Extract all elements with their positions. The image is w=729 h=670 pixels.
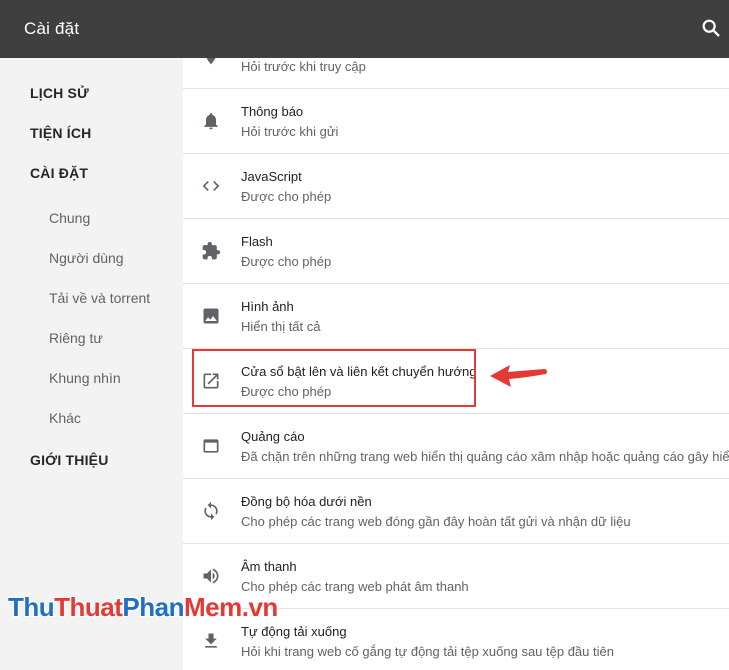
setting-name: JavaScript bbox=[241, 169, 302, 184]
sidebar-item-about[interactable]: GIỚI THIỆU bbox=[30, 452, 109, 468]
setting-row-notifications[interactable]: Thông báo Hỏi trước khi gửi bbox=[183, 88, 729, 153]
setting-desc: Hỏi trước khi gửi bbox=[241, 124, 339, 139]
setting-desc: Hiển thị tất cả bbox=[241, 319, 321, 334]
setting-row-javascript[interactable]: JavaScript Được cho phép bbox=[183, 153, 729, 218]
setting-name: Quảng cáo bbox=[241, 429, 305, 444]
setting-row-images[interactable]: Hình ảnh Hiển thị tất cả bbox=[183, 283, 729, 348]
setting-row-auto-download[interactable]: Tự động tải xuống Hỏi khi trang web cố g… bbox=[183, 608, 729, 670]
sync-icon bbox=[201, 501, 221, 521]
setting-desc: Hỏi khi trang web cố gắng tự động tải tệ… bbox=[241, 644, 614, 659]
setting-row-background-sync[interactable]: Đồng bộ hóa dưới nền Cho phép các trang … bbox=[183, 478, 729, 543]
setting-row-location[interactable]: Hỏi trước khi truy cập bbox=[183, 58, 729, 88]
setting-row-sound[interactable]: Âm thanh Cho phép các trang web phát âm … bbox=[183, 543, 729, 608]
bell-icon bbox=[201, 111, 221, 131]
sidebar-item-privacy[interactable]: Riêng tư bbox=[49, 330, 103, 346]
setting-row-popups-redirects[interactable]: Cửa sổ bật lên và liên kết chuyển hướng … bbox=[183, 348, 729, 413]
image-icon bbox=[201, 306, 221, 326]
setting-desc: Được cho phép bbox=[241, 254, 332, 269]
setting-desc: Đã chặn trên những trang web hiển thị qu… bbox=[241, 449, 729, 464]
setting-desc: Được cho phép bbox=[241, 189, 332, 204]
setting-row-ads[interactable]: Quảng cáo Đã chặn trên những trang web h… bbox=[183, 413, 729, 478]
sidebar-item-view[interactable]: Khung nhìn bbox=[49, 370, 121, 386]
setting-desc: Cho phép các trang web đóng gần đây hoàn… bbox=[241, 514, 631, 529]
setting-name: Âm thanh bbox=[241, 559, 297, 574]
setting-row-flash[interactable]: Flash Được cho phép bbox=[183, 218, 729, 283]
sidebar-item-other[interactable]: Khác bbox=[49, 410, 81, 426]
location-icon bbox=[201, 58, 221, 66]
setting-name: Đồng bộ hóa dưới nền bbox=[241, 494, 372, 509]
top-bar: Cài đặt bbox=[0, 0, 729, 58]
setting-name: Flash bbox=[241, 234, 273, 249]
setting-desc: Cho phép các trang web phát âm thanh bbox=[241, 579, 469, 594]
setting-desc: Hỏi trước khi truy cập bbox=[241, 59, 366, 74]
sidebar-item-history[interactable]: LỊCH SỬ bbox=[30, 85, 89, 101]
setting-name: Hình ảnh bbox=[241, 299, 294, 314]
volume-icon bbox=[201, 566, 221, 586]
code-icon bbox=[201, 176, 221, 196]
page-title: Cài đặt bbox=[24, 19, 80, 38]
sidebar-item-settings[interactable]: CÀI ĐẶT bbox=[30, 165, 88, 181]
settings-list: Hỏi trước khi truy cập Thông báo Hỏi trư… bbox=[183, 58, 729, 670]
setting-name: Thông báo bbox=[241, 104, 304, 119]
sidebar-item-general[interactable]: Chung bbox=[49, 210, 90, 226]
puzzle-icon bbox=[201, 241, 221, 261]
browser-window-icon bbox=[201, 436, 221, 456]
sidebar-item-users[interactable]: Người dùng bbox=[49, 250, 124, 266]
setting-desc: Được cho phép bbox=[241, 384, 332, 399]
sidebar-item-extensions[interactable]: TIỆN ÍCH bbox=[30, 125, 92, 141]
sidebar: LỊCH SỬ TIỆN ÍCH CÀI ĐẶT Chung Người dùn… bbox=[0, 58, 183, 670]
setting-name: Cửa sổ bật lên và liên kết chuyển hướng bbox=[241, 364, 477, 379]
search-icon[interactable] bbox=[700, 17, 722, 39]
setting-name: Tự động tải xuống bbox=[241, 624, 347, 639]
download-icon bbox=[201, 631, 221, 651]
sidebar-item-downloads[interactable]: Tải về và torrent bbox=[49, 290, 150, 306]
open-in-new-icon bbox=[201, 371, 221, 391]
